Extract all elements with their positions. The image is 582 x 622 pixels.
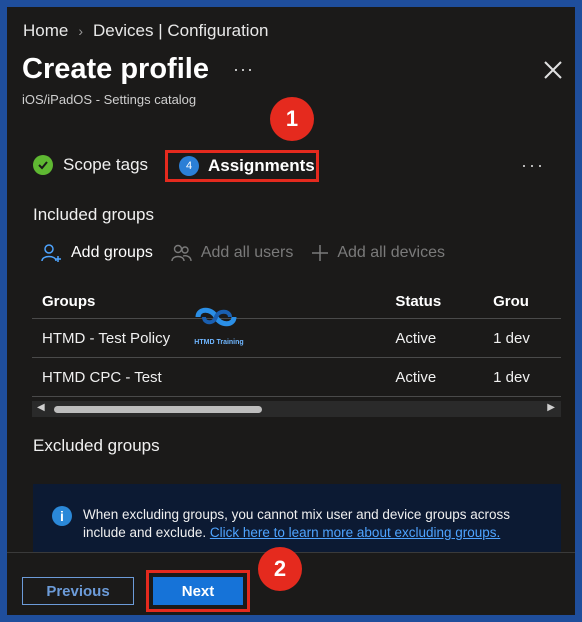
next-button-highlight: Next (146, 570, 250, 612)
plus-icon (312, 245, 329, 261)
column-header-status[interactable]: Status (385, 284, 484, 319)
add-all-devices-button[interactable]: Add all devices (311, 243, 445, 263)
status-cell: Active (385, 318, 484, 358)
annotation-marker-2: 2 (258, 547, 302, 591)
more-options-icon[interactable]: ··· (233, 59, 254, 80)
table-row[interactable]: HTMD CPC - Test Active 1 dev (32, 357, 561, 397)
excluded-groups-heading: Excluded groups (33, 436, 160, 455)
horizontal-scrollbar[interactable]: ◀ ▶ (32, 401, 561, 417)
included-groups-table: Groups Status Grou HTMD - Test Policy Ac… (32, 284, 561, 397)
add-user-icon (41, 244, 61, 262)
users-icon (171, 244, 192, 262)
table-header-row: Groups Status Grou (32, 284, 561, 319)
add-groups-button[interactable]: Add groups (41, 243, 153, 263)
step-scope-tags[interactable]: Scope tags (33, 155, 148, 175)
breadcrumb-home[interactable]: Home (23, 21, 68, 41)
next-button[interactable]: Next (153, 577, 243, 605)
step-number-badge: 4 (179, 156, 199, 176)
chevron-right-icon: › (78, 23, 84, 39)
page-subtitle: iOS/iPadOS - Settings catalog (22, 92, 197, 107)
step-label: Assignments (208, 156, 315, 175)
members-cell: 1 dev (483, 357, 561, 397)
create-profile-panel: Home › Devices | Configuration Create pr… (7, 7, 575, 615)
scroll-right-icon[interactable]: ▶ (547, 402, 555, 413)
annotation-marker-1: 1 (270, 97, 314, 141)
included-actions: Add groups Add all users Add all devices (41, 243, 445, 263)
step-label: Scope tags (63, 155, 149, 174)
watermark-icon (195, 307, 237, 327)
step-assignments[interactable]: 4 Assignments (165, 150, 319, 182)
table-row[interactable]: HTMD - Test Policy Active 1 dev (32, 318, 561, 358)
scrollbar-thumb[interactable] (54, 406, 262, 413)
breadcrumb: Home › Devices | Configuration (23, 21, 268, 41)
htmd-watermark-logo: HTMD Training (190, 302, 248, 346)
breadcrumb-current[interactable]: Devices | Configuration (93, 21, 268, 41)
add-all-users-button[interactable]: Add all users (171, 243, 294, 263)
scroll-left-icon[interactable]: ◀ (37, 402, 45, 413)
add-all-devices-label: Add all devices (337, 244, 445, 261)
learn-more-link[interactable]: Click here to learn more about excluding… (210, 525, 500, 540)
more-steps-icon[interactable]: ··· (521, 155, 545, 176)
footer-bar: Previous Next 2 (7, 547, 575, 615)
included-groups-heading: Included groups (33, 205, 154, 224)
members-cell: 1 dev (483, 318, 561, 358)
add-all-users-label: Add all users (200, 244, 294, 261)
group-name-cell: HTMD CPC - Test (32, 357, 386, 397)
previous-button[interactable]: Previous (22, 577, 134, 605)
watermark-text: HTMD Training (194, 339, 244, 346)
close-icon[interactable] (542, 59, 564, 81)
page-title: Create profile (22, 53, 209, 85)
info-text: When excluding groups, you cannot mix us… (83, 506, 543, 542)
info-banner: i When excluding groups, you cannot mix … (33, 484, 561, 554)
info-icon: i (52, 506, 72, 526)
checkmark-icon (33, 155, 53, 175)
column-header-group-members[interactable]: Grou (483, 284, 561, 319)
status-cell: Active (385, 357, 484, 397)
add-groups-label: Add groups (71, 244, 153, 261)
